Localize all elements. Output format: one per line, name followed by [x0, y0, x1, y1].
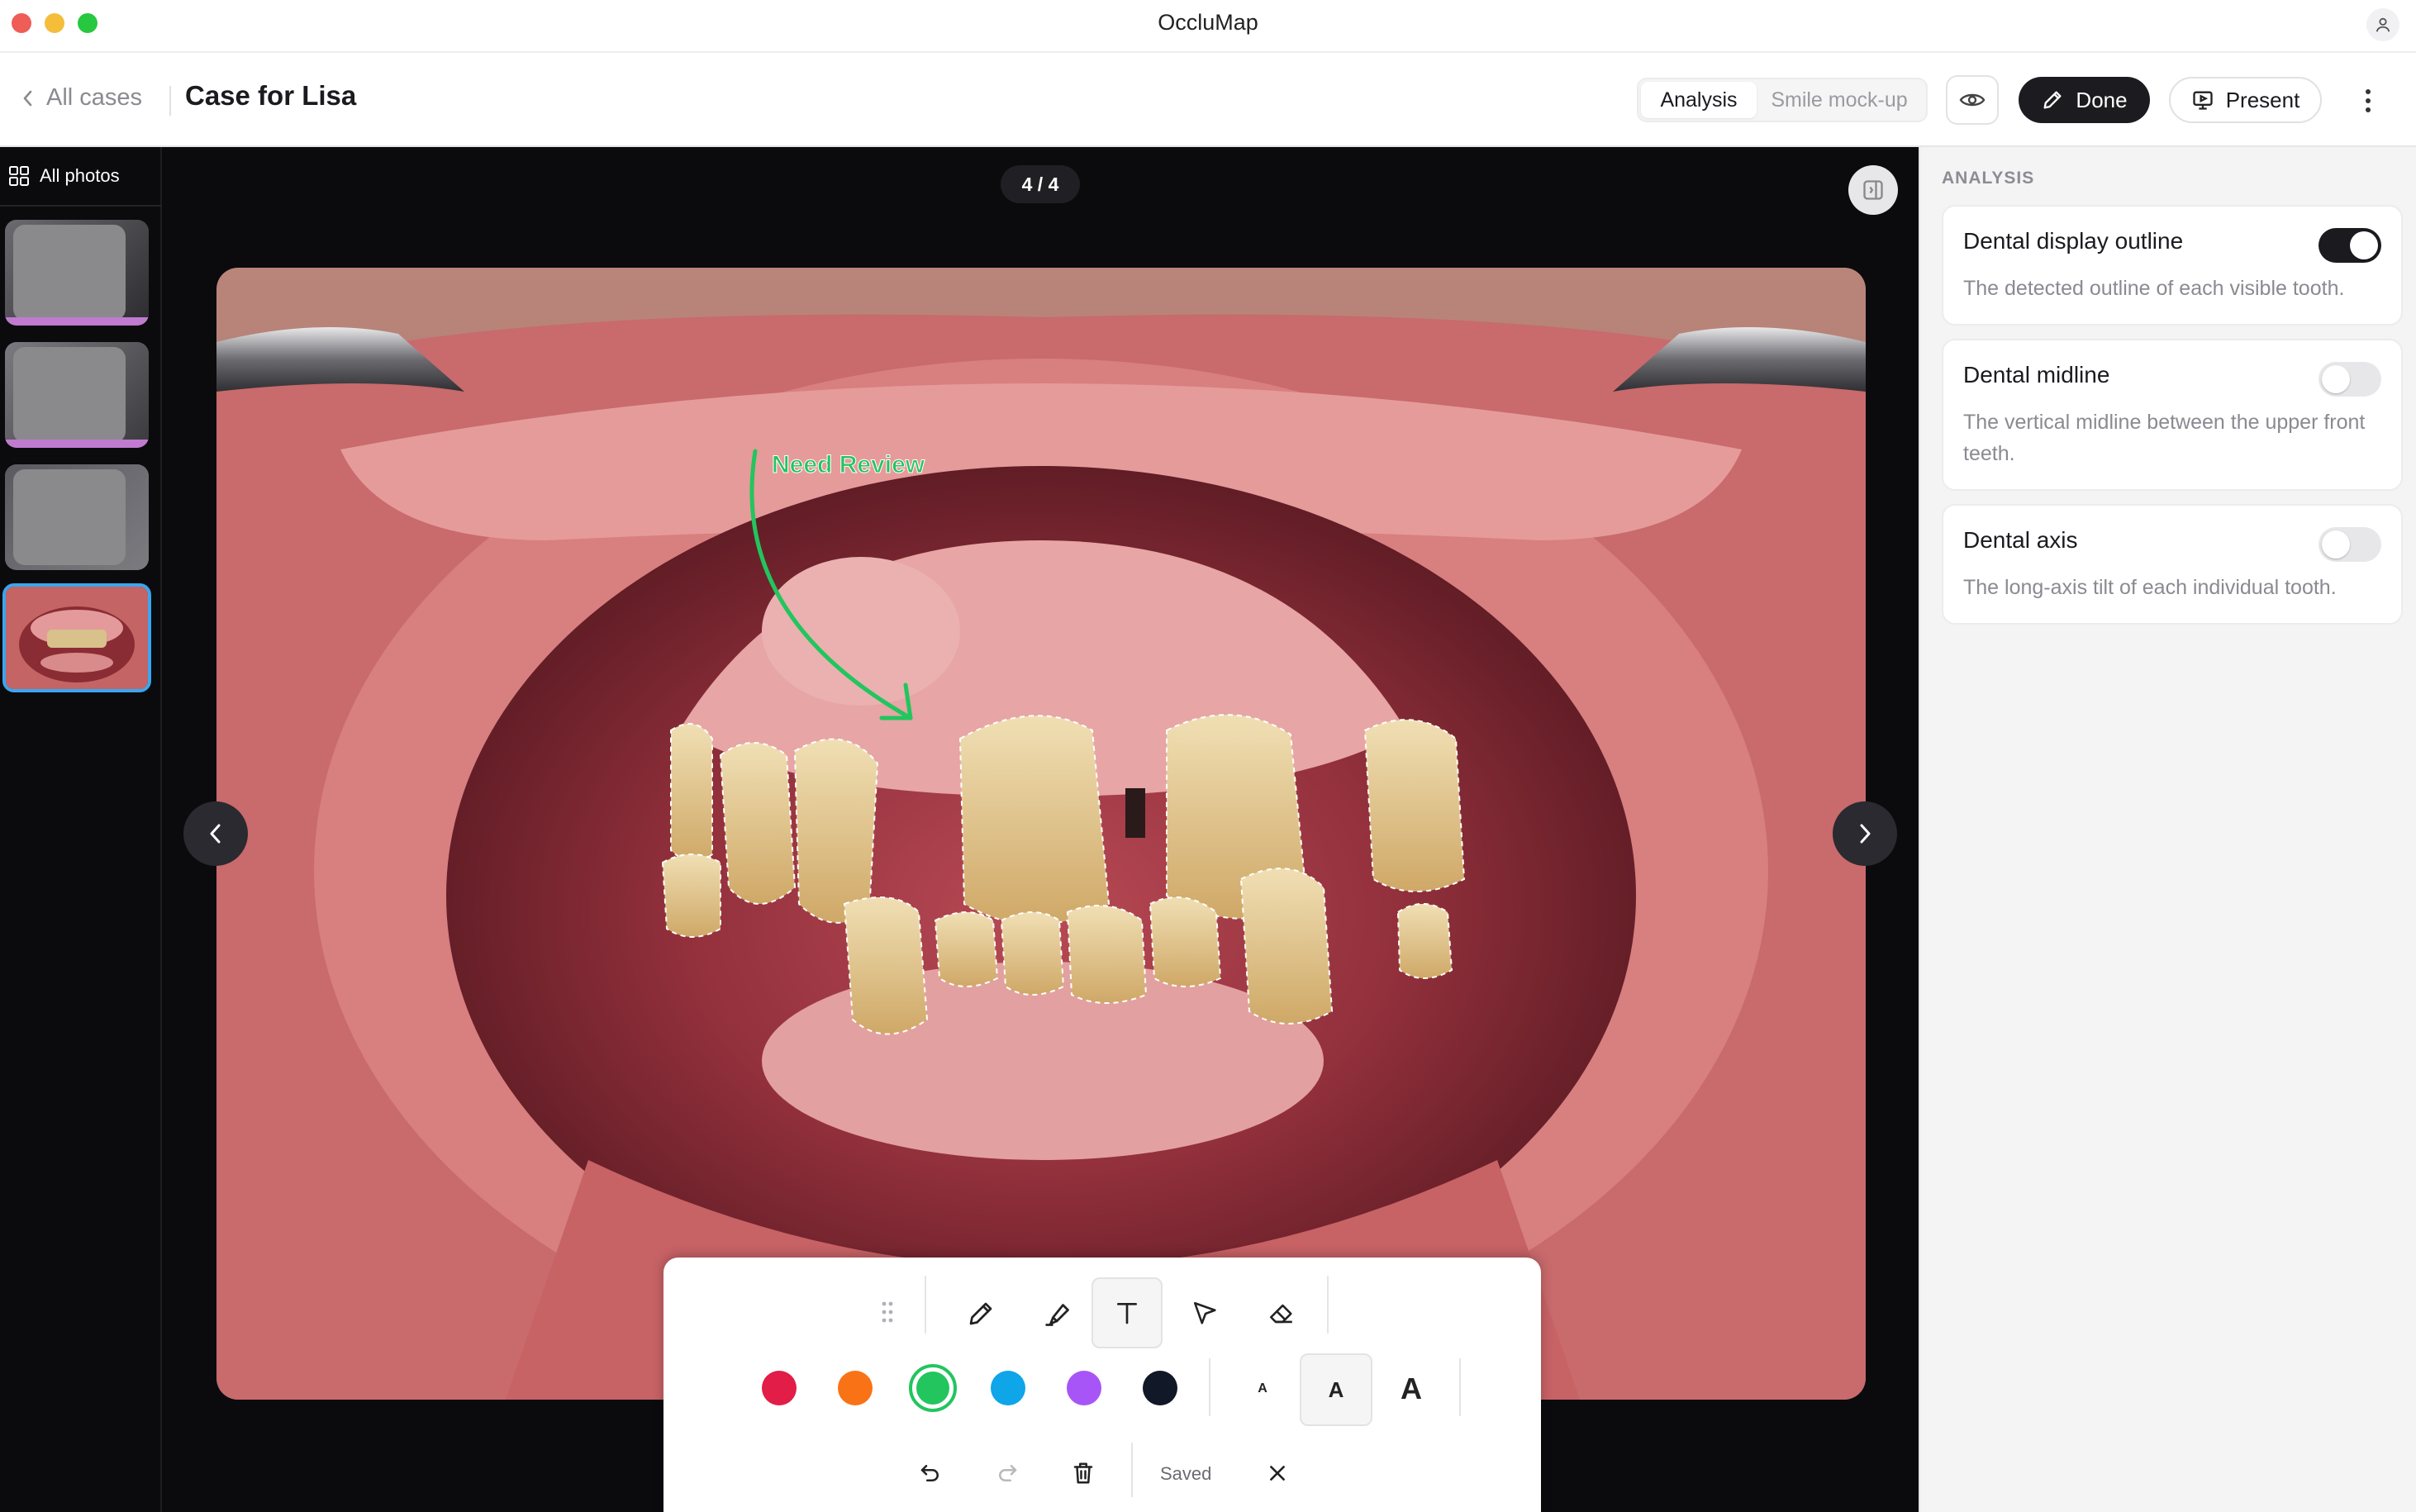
- eye-icon: [1959, 93, 1986, 107]
- text-icon: [1117, 1303, 1137, 1324]
- toggle-panel-button[interactable]: [1848, 165, 1898, 215]
- eraser-icon: [1269, 1304, 1292, 1324]
- present-label: Present: [2225, 87, 2300, 112]
- next-photo-button[interactable]: [1833, 801, 1897, 866]
- visibility-button[interactable]: [1946, 75, 1999, 125]
- done-button[interactable]: Done: [2019, 77, 2150, 123]
- header-divider: [169, 86, 171, 116]
- toolbar-drag-handle[interactable]: [875, 1291, 900, 1334]
- color-swatch-orange[interactable]: [838, 1371, 873, 1405]
- chevron-left-icon: [210, 824, 221, 844]
- pencil-icon: [2043, 91, 2062, 109]
- window-titlebar: OccluMap: [0, 0, 2416, 53]
- tab-analysis[interactable]: Analysis: [1641, 82, 1757, 118]
- photo-thumbnail-selected[interactable]: [2, 583, 151, 692]
- all-photos-label: All photos: [40, 165, 120, 186]
- color-swatch-black[interactable]: [1143, 1371, 1177, 1405]
- redo-button[interactable]: [987, 1453, 1028, 1494]
- text-size-small-button[interactable]: A: [1234, 1360, 1291, 1418]
- pencil-icon: [969, 1302, 992, 1325]
- option-title: Dental display outline: [1963, 228, 2184, 254]
- toggle-knob: [2322, 365, 2350, 393]
- redo-icon: [999, 1465, 1017, 1481]
- delete-button[interactable]: [1063, 1453, 1104, 1494]
- text-tool-button[interactable]: [1091, 1277, 1163, 1348]
- analysis-option-card: Dental midline The vertical midline betw…: [1942, 339, 2403, 491]
- toolbar-separator: [1327, 1276, 1329, 1334]
- thumbnail-placeholder: [13, 347, 126, 443]
- analysis-heading: ANALYSIS: [1942, 169, 2035, 188]
- intraoral-photo-image: Need Review: [216, 268, 1866, 1400]
- dental-axis-toggle[interactable]: [2319, 527, 2381, 562]
- dental-midline-toggle[interactable]: [2319, 362, 2381, 397]
- chevron-left-icon: [23, 90, 32, 106]
- photo-sidebar: All photos: [0, 147, 162, 1512]
- analysis-option-card: Dental axis The long-axis tilt of each i…: [1942, 504, 2403, 625]
- dental-outline-toggle[interactable]: [2319, 228, 2381, 263]
- app-title: OccluMap: [1158, 10, 1258, 35]
- option-description: The long-axis tilt of each individual to…: [1963, 576, 2337, 599]
- drag-handle-icon: [882, 1301, 893, 1323]
- color-swatch-blue[interactable]: [991, 1371, 1025, 1405]
- pencil-tool-button[interactable]: [946, 1279, 1015, 1348]
- toolbar-separator: [1209, 1358, 1210, 1416]
- sidebar-panel-icon: [1863, 180, 1883, 200]
- undo-icon: [920, 1465, 939, 1481]
- toolbar-separator: [925, 1276, 926, 1334]
- photo-counter: 4 / 4: [1001, 165, 1080, 203]
- thumbnail-placeholder: [13, 469, 126, 565]
- back-to-all-cases-link[interactable]: All cases: [21, 84, 142, 112]
- photo-thumbnail[interactable]: [5, 464, 149, 570]
- user-account-button[interactable]: [2366, 8, 2399, 41]
- intraoral-photo[interactable]: Need Review: [216, 268, 1866, 1400]
- annotation-text[interactable]: Need Review: [772, 451, 926, 479]
- trash-icon: [1073, 1462, 1093, 1484]
- close-toolbar-button[interactable]: [1257, 1453, 1298, 1494]
- option-title: Dental axis: [1963, 527, 2078, 553]
- done-label: Done: [2076, 87, 2128, 112]
- page-title: Case for Lisa: [185, 80, 357, 111]
- toolbar-separator: [1459, 1358, 1461, 1416]
- analysis-panel: ANALYSIS Dental display outline The dete…: [1919, 147, 2416, 1512]
- present-button[interactable]: Present: [2169, 77, 2322, 123]
- text-size-large-button[interactable]: A: [1382, 1360, 1440, 1418]
- undo-button[interactable]: [910, 1453, 951, 1494]
- toolbar-separator: [1131, 1443, 1133, 1497]
- option-description: The detected outline of each visible too…: [1963, 277, 2345, 300]
- close-icon: [1270, 1466, 1285, 1481]
- photo-thumbnail[interactable]: [5, 342, 149, 448]
- present-icon: [2193, 91, 2213, 110]
- case-header: All cases Case for Lisa Analysis Smile m…: [0, 53, 2416, 147]
- highlighter-icon: [1045, 1304, 1069, 1326]
- option-description: The vertical midline between the upper f…: [1963, 411, 2366, 465]
- toggle-knob: [2350, 231, 2378, 259]
- analysis-option-card: Dental display outline The detected outl…: [1942, 205, 2403, 326]
- grid-icon: [9, 166, 29, 186]
- mode-segmented-control: Analysis Smile mock-up: [1637, 78, 1928, 122]
- tab-smile-mockup[interactable]: Smile mock-up: [1757, 82, 1922, 118]
- eraser-tool-button[interactable]: [1247, 1279, 1316, 1348]
- user-icon: [2376, 17, 2390, 32]
- text-size-medium-button[interactable]: A: [1300, 1353, 1372, 1426]
- chevron-right-icon: [1860, 824, 1871, 844]
- highlighter-tool-button[interactable]: [1022, 1279, 1091, 1348]
- toggle-knob: [2322, 530, 2350, 559]
- color-swatch-red[interactable]: [762, 1371, 797, 1405]
- previous-photo-button[interactable]: [183, 801, 248, 866]
- all-photos-button[interactable]: All photos: [0, 147, 162, 207]
- more-vertical-icon: [2366, 89, 2371, 112]
- cursor-icon: [1193, 1301, 1216, 1324]
- option-title: Dental midline: [1963, 362, 2110, 388]
- intraoral-photo-thumbnail: [6, 587, 148, 689]
- select-tool-button[interactable]: [1171, 1279, 1240, 1348]
- color-swatch-purple[interactable]: [1067, 1371, 1101, 1405]
- back-label: All cases: [46, 84, 143, 111]
- save-status: Saved: [1160, 1463, 1212, 1484]
- annotation-toolbar: A A A Saved: [663, 1258, 1541, 1512]
- more-options-button[interactable]: [2352, 81, 2385, 121]
- thumbnail-placeholder: [13, 225, 126, 321]
- photo-thumbnail[interactable]: [5, 220, 149, 326]
- color-swatch-green-selected[interactable]: [909, 1364, 957, 1412]
